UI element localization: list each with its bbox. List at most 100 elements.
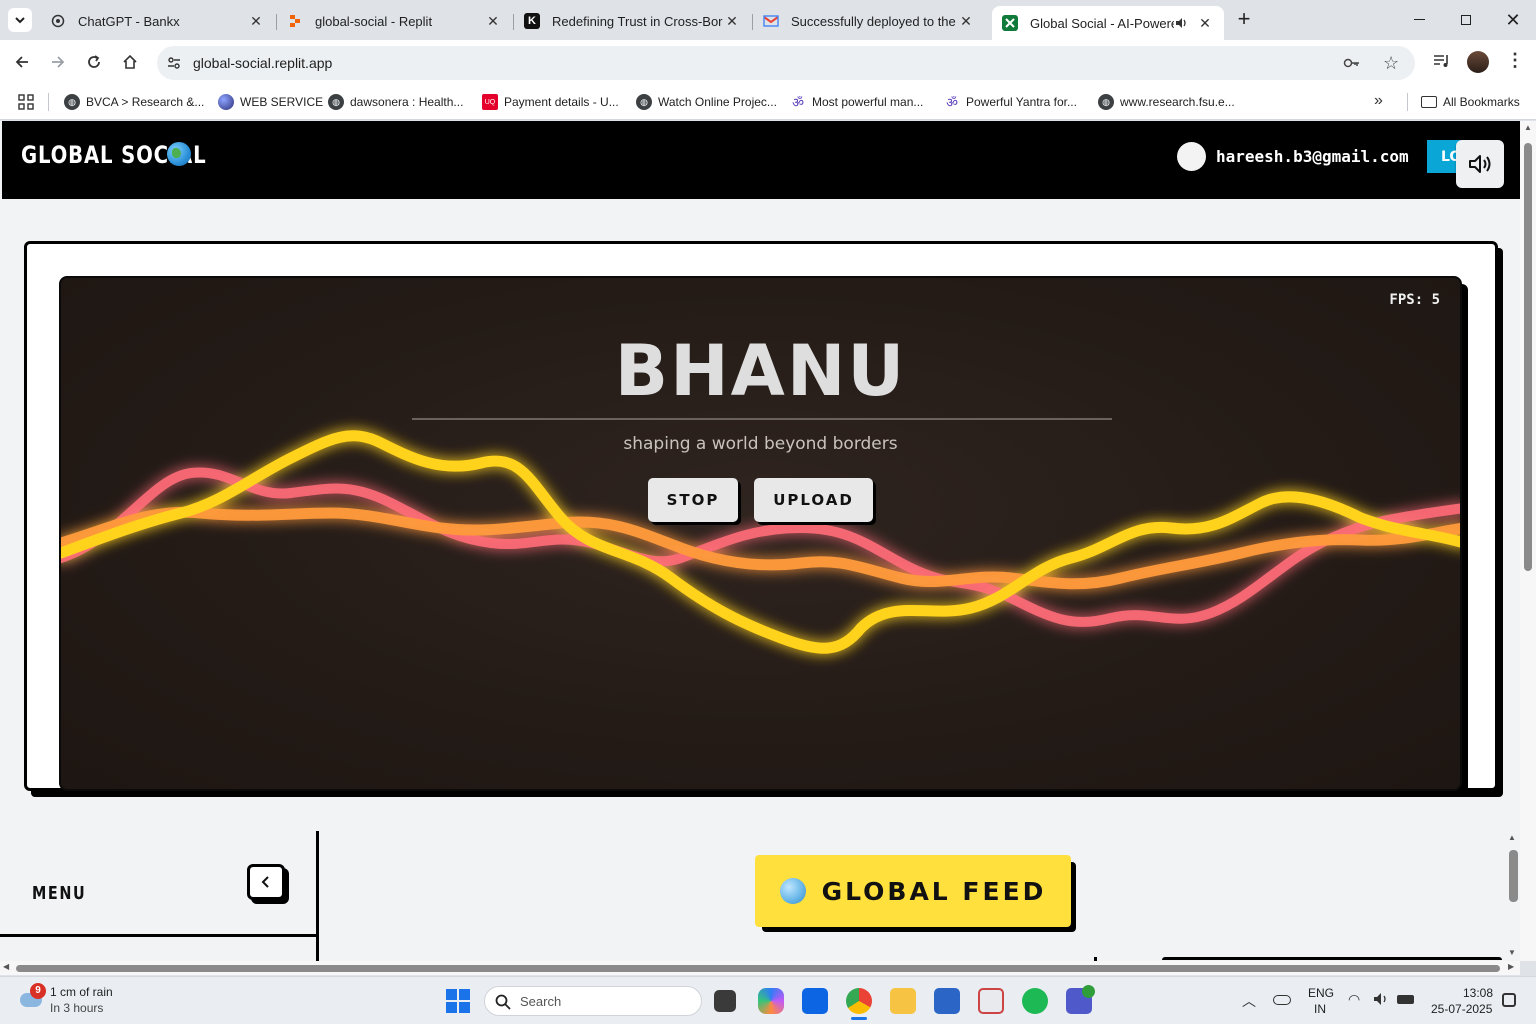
volume-icon [1469,155,1491,173]
chrome-active-indicator [851,1017,867,1020]
weather-widget[interactable]: 9 1 cm of rain In 3 hours [14,983,154,1019]
menu-collapse-button[interactable] [247,864,285,900]
title-divider [412,418,1112,420]
page-horizontal-scrollbar[interactable]: ◀ ▶ [0,961,1520,975]
k-icon: K [524,13,540,29]
clock-date[interactable]: 25-07-2025 [1431,1002,1492,1016]
bookmark-item[interactable]: ◍ BVCA > Research &... [64,92,204,112]
bookmark-item[interactable]: ◍ www.research.fsu.e... [1098,92,1235,112]
password-key-icon[interactable] [1343,55,1361,76]
snipping-tool-icon[interactable] [978,988,1004,1014]
restore-button[interactable] [1458,12,1474,28]
notification-bell-icon[interactable] [1502,993,1516,1007]
avatar[interactable] [1177,142,1206,171]
task-view-icon[interactable] [714,990,736,1012]
hero-title: BHANU [614,330,907,412]
tab-replit[interactable]: global-social - Replit ✕ [277,6,512,36]
bookmark-item[interactable]: ॐ Powerful Yantra for... [944,92,1077,112]
address-bar[interactable]: global-social.replit.app ☆ [157,46,1415,80]
minimize-button[interactable] [1410,12,1430,28]
bookmark-item[interactable]: ॐ Most powerful man... [790,92,923,112]
uniqlo-icon: UQ [482,94,498,110]
close-icon[interactable]: ✕ [484,13,502,30]
scroll-down-arrow-icon[interactable]: ▼ [1508,948,1516,957]
media-control-icon[interactable] [1433,53,1451,74]
close-window-button[interactable]: ✕ [1503,10,1523,30]
sound-toggle-button[interactable] [1456,140,1504,188]
microsoft-store-icon[interactable] [934,988,960,1014]
wifi-icon[interactable]: ◠ [1348,991,1360,1008]
language-line2[interactable]: IN [1314,1002,1326,1016]
bookmark-item[interactable]: ◍ dawsonera : Health... [328,92,463,112]
all-bookmarks-button[interactable]: All Bookmarks [1421,92,1520,112]
site-header: GLOBAL SOCIAL hareesh.b3@gmail.com LOGOU… [2,121,1520,199]
menu-title: MENU [32,883,87,904]
kebab-menu-icon[interactable]: ⋮ [1506,50,1524,71]
taskbar-search[interactable]: Search [484,986,702,1016]
volume-tray-icon[interactable] [1373,992,1389,1011]
apps-grid-icon[interactable] [18,94,34,115]
file-explorer-icon[interactable] [890,988,916,1014]
chrome-icon[interactable] [846,988,872,1014]
new-tab-button[interactable]: + [1232,8,1256,32]
scroll-up-arrow-icon[interactable]: ▲ [1524,123,1532,132]
sphere-icon [218,94,234,110]
home-button[interactable] [118,50,142,74]
reload-button[interactable] [82,50,106,74]
inner-scrollbar-thumb[interactable] [1509,850,1518,902]
wave-yellow [61,430,1460,654]
speaker-icon[interactable] [1174,16,1192,30]
stop-button[interactable]: STOP [648,478,738,522]
back-button[interactable] [10,50,34,74]
home-icon [123,54,137,69]
battery-icon[interactable] [1397,995,1414,1004]
clock-time[interactable]: 13:08 [1463,986,1493,1000]
scroll-right-arrow-icon[interactable]: ▶ [1508,962,1514,971]
reload-icon [88,55,100,68]
scroll-left-arrow-icon[interactable]: ◀ [3,962,9,971]
scrollbar-thumb[interactable] [1524,143,1532,571]
start-button[interactable] [446,989,470,1013]
hero-tagline: shaping a world beyond borders [623,434,898,454]
close-icon[interactable]: ✕ [247,13,265,30]
globe-icon: ◍ [328,94,344,110]
menu-divider [0,934,318,937]
close-icon[interactable]: ✕ [957,13,975,30]
page-vertical-scrollbar[interactable]: ▲ [1520,121,1536,961]
url-text: global-social.replit.app [193,55,333,71]
tab-search-button[interactable] [8,8,32,32]
upload-button[interactable]: UPLOAD [754,478,873,522]
close-icon[interactable]: ✕ [723,13,741,30]
bookmark-item[interactable]: UQ Payment details - U... [482,92,619,112]
trello-icon[interactable] [802,988,828,1014]
globe-icon: ◍ [64,94,80,110]
tray-chevron-up-icon[interactable]: ︿ [1242,991,1256,1011]
tab-global-social[interactable]: Global Social - AI-Powered ✕ [992,6,1224,40]
scrollbar-thumb[interactable] [16,965,1500,972]
tab-strip: ChatGPT - Bankx ✕ global-social - Replit… [0,0,1536,40]
onedrive-cloud-icon[interactable] [1273,995,1291,1005]
spotify-icon[interactable] [1022,988,1048,1014]
openai-icon [50,13,66,29]
tab-chatgpt[interactable]: ChatGPT - Bankx ✕ [40,6,275,36]
forward-button[interactable] [46,50,70,74]
tab-gmail[interactable]: Successfully deployed to the fo ✕ [753,6,985,36]
bookmark-star-icon[interactable]: ☆ [1383,53,1399,74]
profile-avatar[interactable] [1467,51,1489,73]
close-icon[interactable]: ✕ [1196,15,1214,32]
site-info-icon[interactable] [166,55,182,76]
global-feed-button[interactable]: GLOBAL FEED [755,855,1071,927]
wave-canvas[interactable]: FPS: 5 BHANU shaping a world beyond bord… [59,276,1462,791]
weather-badge: 9 [30,983,46,999]
om-icon: ॐ [946,95,958,110]
language-line1[interactable]: ENG [1308,986,1334,1000]
tab-redefining-trust[interactable]: K Redefining Trust in Cross-Borde ✕ [514,6,751,36]
bookmark-item[interactable]: ◍ Watch Online Projec... [636,92,777,112]
folder-icon [1421,96,1437,108]
chevron-double-right-icon[interactable]: » [1374,92,1383,110]
bookmark-item[interactable]: WEB SERVICE [218,92,323,112]
wave-orange [61,506,1460,590]
copilot-icon[interactable] [758,988,784,1014]
scroll-up-arrow-icon[interactable]: ▲ [1508,833,1516,842]
browser-toolbar: global-social.replit.app ☆ ⋮ [0,40,1536,84]
